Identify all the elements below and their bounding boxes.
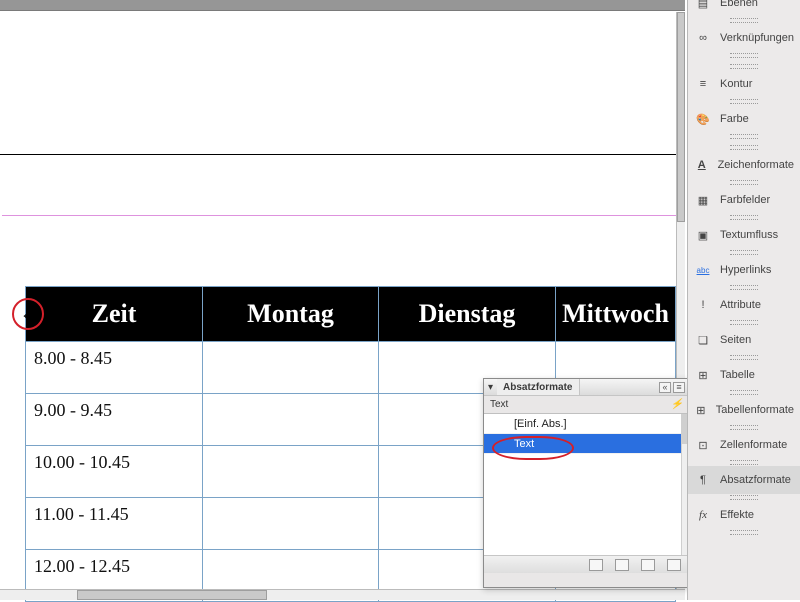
links-icon: ∞ [694,31,712,45]
new-style-button[interactable] [641,559,655,571]
col-header-mittwoch[interactable]: Mittwoch [556,287,676,342]
dock-item-label: Attribute [720,299,761,311]
dock-item-label: Absatzformate [720,474,791,486]
dock-item-label: Textumfluss [720,229,778,241]
dock-item-label: Farbe [720,113,749,125]
page-boundary [0,154,676,155]
clear-override-button[interactable] [615,559,629,571]
style-item-label: [Einf. Abs.] [514,418,567,430]
dock-grip[interactable] [688,98,800,105]
dock-item-zeichen[interactable]: A Zeichenformate [688,151,800,179]
table-cell[interactable] [203,446,379,498]
dock-grip[interactable] [688,52,800,59]
time-cell[interactable]: 11.00 - 11.45 [26,498,203,550]
swatches-icon: ▦ [694,193,712,207]
col-header-zeit[interactable]: Zeit [26,287,203,342]
fx-icon: fx [694,508,712,522]
pages-icon: ❏ [694,333,712,347]
charfmt-icon: A [694,158,710,172]
panel-collapse-toggle[interactable]: ▾ [488,382,493,393]
time-cell[interactable]: 8.00 - 8.45 [26,342,203,394]
style-item-text[interactable]: Text [484,434,689,454]
table-cell[interactable] [203,498,379,550]
col-header-montag[interactable]: Montag [203,287,379,342]
dock-item-zellform[interactable]: ⊡ Zellenformate [688,431,800,459]
style-item-label: Text [514,438,534,450]
dock-item-label: Kontur [720,78,752,90]
time-cell[interactable]: 10.00 - 10.45 [26,446,203,498]
dock-item-ebenen[interactable]: ▤ Ebenen [688,0,800,17]
new-folder-button[interactable] [589,559,603,571]
dock-grip[interactable] [688,179,800,186]
dock-item-kontur[interactable]: ≡ Kontur [688,70,800,98]
dock-grip[interactable] [688,133,800,140]
dock-item-seiten[interactable]: ❏ Seiten [688,326,800,354]
dock-item-label: Tabellenformate [716,404,794,416]
parafmt-icon: ¶ [694,473,712,487]
layers-icon: ▤ [694,0,712,10]
style-list[interactable]: [Einf. Abs.] Text [484,414,689,555]
dock-item-verk[interactable]: ∞ Verknüpfungen [688,24,800,52]
delete-style-button[interactable] [667,559,681,571]
override-flash-icon[interactable]: ⚡ [671,399,683,410]
panel-dock-button[interactable]: « [659,382,671,393]
hyperlink-icon: abc [694,263,712,277]
absatzformate-panel[interactable]: ▾ Absatzformate « ≡ Text ⚡ [Einf. Abs.] … [483,378,690,588]
current-style-label: Text [490,399,508,410]
stroke-icon: ≡ [694,77,712,91]
dock-grip[interactable] [688,249,800,256]
col-header-dienstag[interactable]: Dienstag [379,287,556,342]
tablefmt-icon: ⊞ [694,403,708,417]
margin-guide [2,215,676,216]
table-cell[interactable] [203,394,379,446]
dock-grip[interactable] [688,214,800,221]
panel-title: Absatzformate [503,382,572,393]
dock-item-farbfeld[interactable]: ▦ Farbfelder [688,186,800,214]
palette-icon: 🎨 [694,112,712,126]
dock-item-attr[interactable]: ! Attribute [688,291,800,319]
dock-item-absform[interactable]: ¶ Absatzformate [688,466,800,494]
dock-item-tabelle[interactable]: ⊞ Tabelle [688,361,800,389]
dock-item-label: Zeichenformate [718,159,794,171]
scroll-thumb[interactable] [77,590,267,600]
dock-grip[interactable] [688,17,800,24]
dock-item-label: Effekte [720,509,754,521]
dock-grip[interactable] [688,319,800,326]
dock-grip[interactable] [688,354,800,361]
dock-grip[interactable] [688,459,800,466]
dock-item-farbe[interactable]: 🎨 Farbe [688,105,800,133]
cellfmt-icon: ⊡ [694,438,712,452]
dock-item-textumfl[interactable]: ▣ Textumfluss [688,221,800,249]
dock-grip[interactable] [688,424,800,431]
panel-footer [484,555,689,573]
dock-item-label: Verknüpfungen [720,32,794,44]
dock-grip[interactable] [688,63,800,70]
scroll-thumb[interactable] [677,12,685,222]
style-item-basic[interactable]: [Einf. Abs.] [484,414,689,434]
time-cell[interactable]: 9.00 - 9.45 [26,394,203,446]
dock-grip[interactable] [688,389,800,396]
table-cell[interactable] [203,342,379,394]
dock-item-effekte[interactable]: fx Effekte [688,501,800,529]
dock-grip[interactable] [688,529,800,536]
wrap-icon: ▣ [694,228,712,242]
dock-grip[interactable] [688,284,800,291]
dock-item-tabform[interactable]: ⊞ Tabellenformate [688,396,800,424]
dock-item-label: Farbfelder [720,194,770,206]
panel-dock: ▤ Ebenen ∞ Verknüpfungen ≡ Kontur 🎨 Farbe A Zeich… [687,0,800,600]
app-toolbar-fragment [0,0,685,11]
table-icon: ⊞ [694,368,712,382]
panel-titlebar[interactable]: ▾ Absatzformate « ≡ [484,379,689,396]
attributes-icon: ! [694,298,712,312]
dock-item-hyper[interactable]: abc Hyperlinks [688,256,800,284]
dock-item-label: Ebenen [720,0,758,9]
panel-menu-button[interactable]: ≡ [673,382,685,393]
dock-item-label: Seiten [720,334,751,346]
dock-grip[interactable] [688,494,800,501]
dock-item-label: Tabelle [720,369,755,381]
dock-item-label: Hyperlinks [720,264,771,276]
canvas-horizontal-scrollbar[interactable] [0,589,685,600]
dock-item-label: Zellenformate [720,439,787,451]
dock-grip[interactable] [688,144,800,151]
